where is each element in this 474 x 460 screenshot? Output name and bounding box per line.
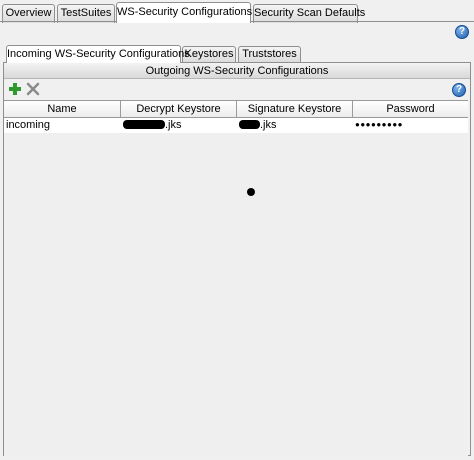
tab-label: Overview bbox=[5, 7, 52, 19]
tab-label: Incoming WS-Security Configurations bbox=[7, 48, 190, 60]
cell-signature-keystore[interactable]: .jks bbox=[237, 118, 353, 133]
section-title: Outgoing WS-Security Configurations bbox=[4, 63, 470, 79]
tab-label: TestSuites bbox=[60, 7, 112, 19]
tab-label: Keystores bbox=[184, 48, 234, 60]
cursor-dot bbox=[247, 188, 255, 196]
tab-truststores[interactable]: Truststores bbox=[238, 46, 301, 62]
help-icon[interactable]: ? bbox=[455, 25, 469, 39]
security-config-table: Name Decrypt Keystore Signature Keystore… bbox=[4, 100, 468, 456]
toolbar: ? bbox=[6, 82, 466, 98]
tab-incoming-ws-security-configurations[interactable]: Incoming WS-Security Configurations bbox=[6, 45, 190, 63]
cell-decrypt-keystore[interactable]: .jks bbox=[121, 118, 237, 133]
table-header: Name Decrypt Keystore Signature Keystore… bbox=[4, 101, 468, 118]
tab-label: Security Scan Defaults bbox=[254, 7, 366, 19]
redaction-mark bbox=[239, 120, 260, 129]
decrypt-keystore-suffix: .jks bbox=[165, 119, 182, 131]
column-header-password[interactable]: Password bbox=[353, 101, 468, 118]
redaction-mark bbox=[123, 120, 165, 129]
tab-label: WS-Security Configurations bbox=[117, 6, 253, 18]
column-header-signature-keystore[interactable]: Signature Keystore bbox=[237, 101, 353, 118]
signature-keystore-suffix: .jks bbox=[260, 119, 277, 131]
tab-keystores[interactable]: Keystores bbox=[182, 46, 236, 62]
tab-ws-security-configurations[interactable]: WS-Security Configurations bbox=[116, 2, 253, 23]
column-header-decrypt-keystore[interactable]: Decrypt Keystore bbox=[121, 101, 237, 118]
table-row[interactable]: incoming .jks .jks ●●●●●●●●● bbox=[4, 118, 468, 133]
cell-password[interactable]: ●●●●●●●●● bbox=[353, 118, 468, 133]
add-icon[interactable] bbox=[8, 82, 22, 96]
tab-label: Truststores bbox=[242, 48, 297, 60]
cell-name[interactable]: incoming bbox=[4, 118, 121, 133]
table-empty-area bbox=[4, 133, 468, 456]
remove-icon[interactable] bbox=[26, 82, 40, 96]
help-icon[interactable]: ? bbox=[452, 83, 466, 97]
column-header-name[interactable]: Name bbox=[4, 101, 121, 118]
